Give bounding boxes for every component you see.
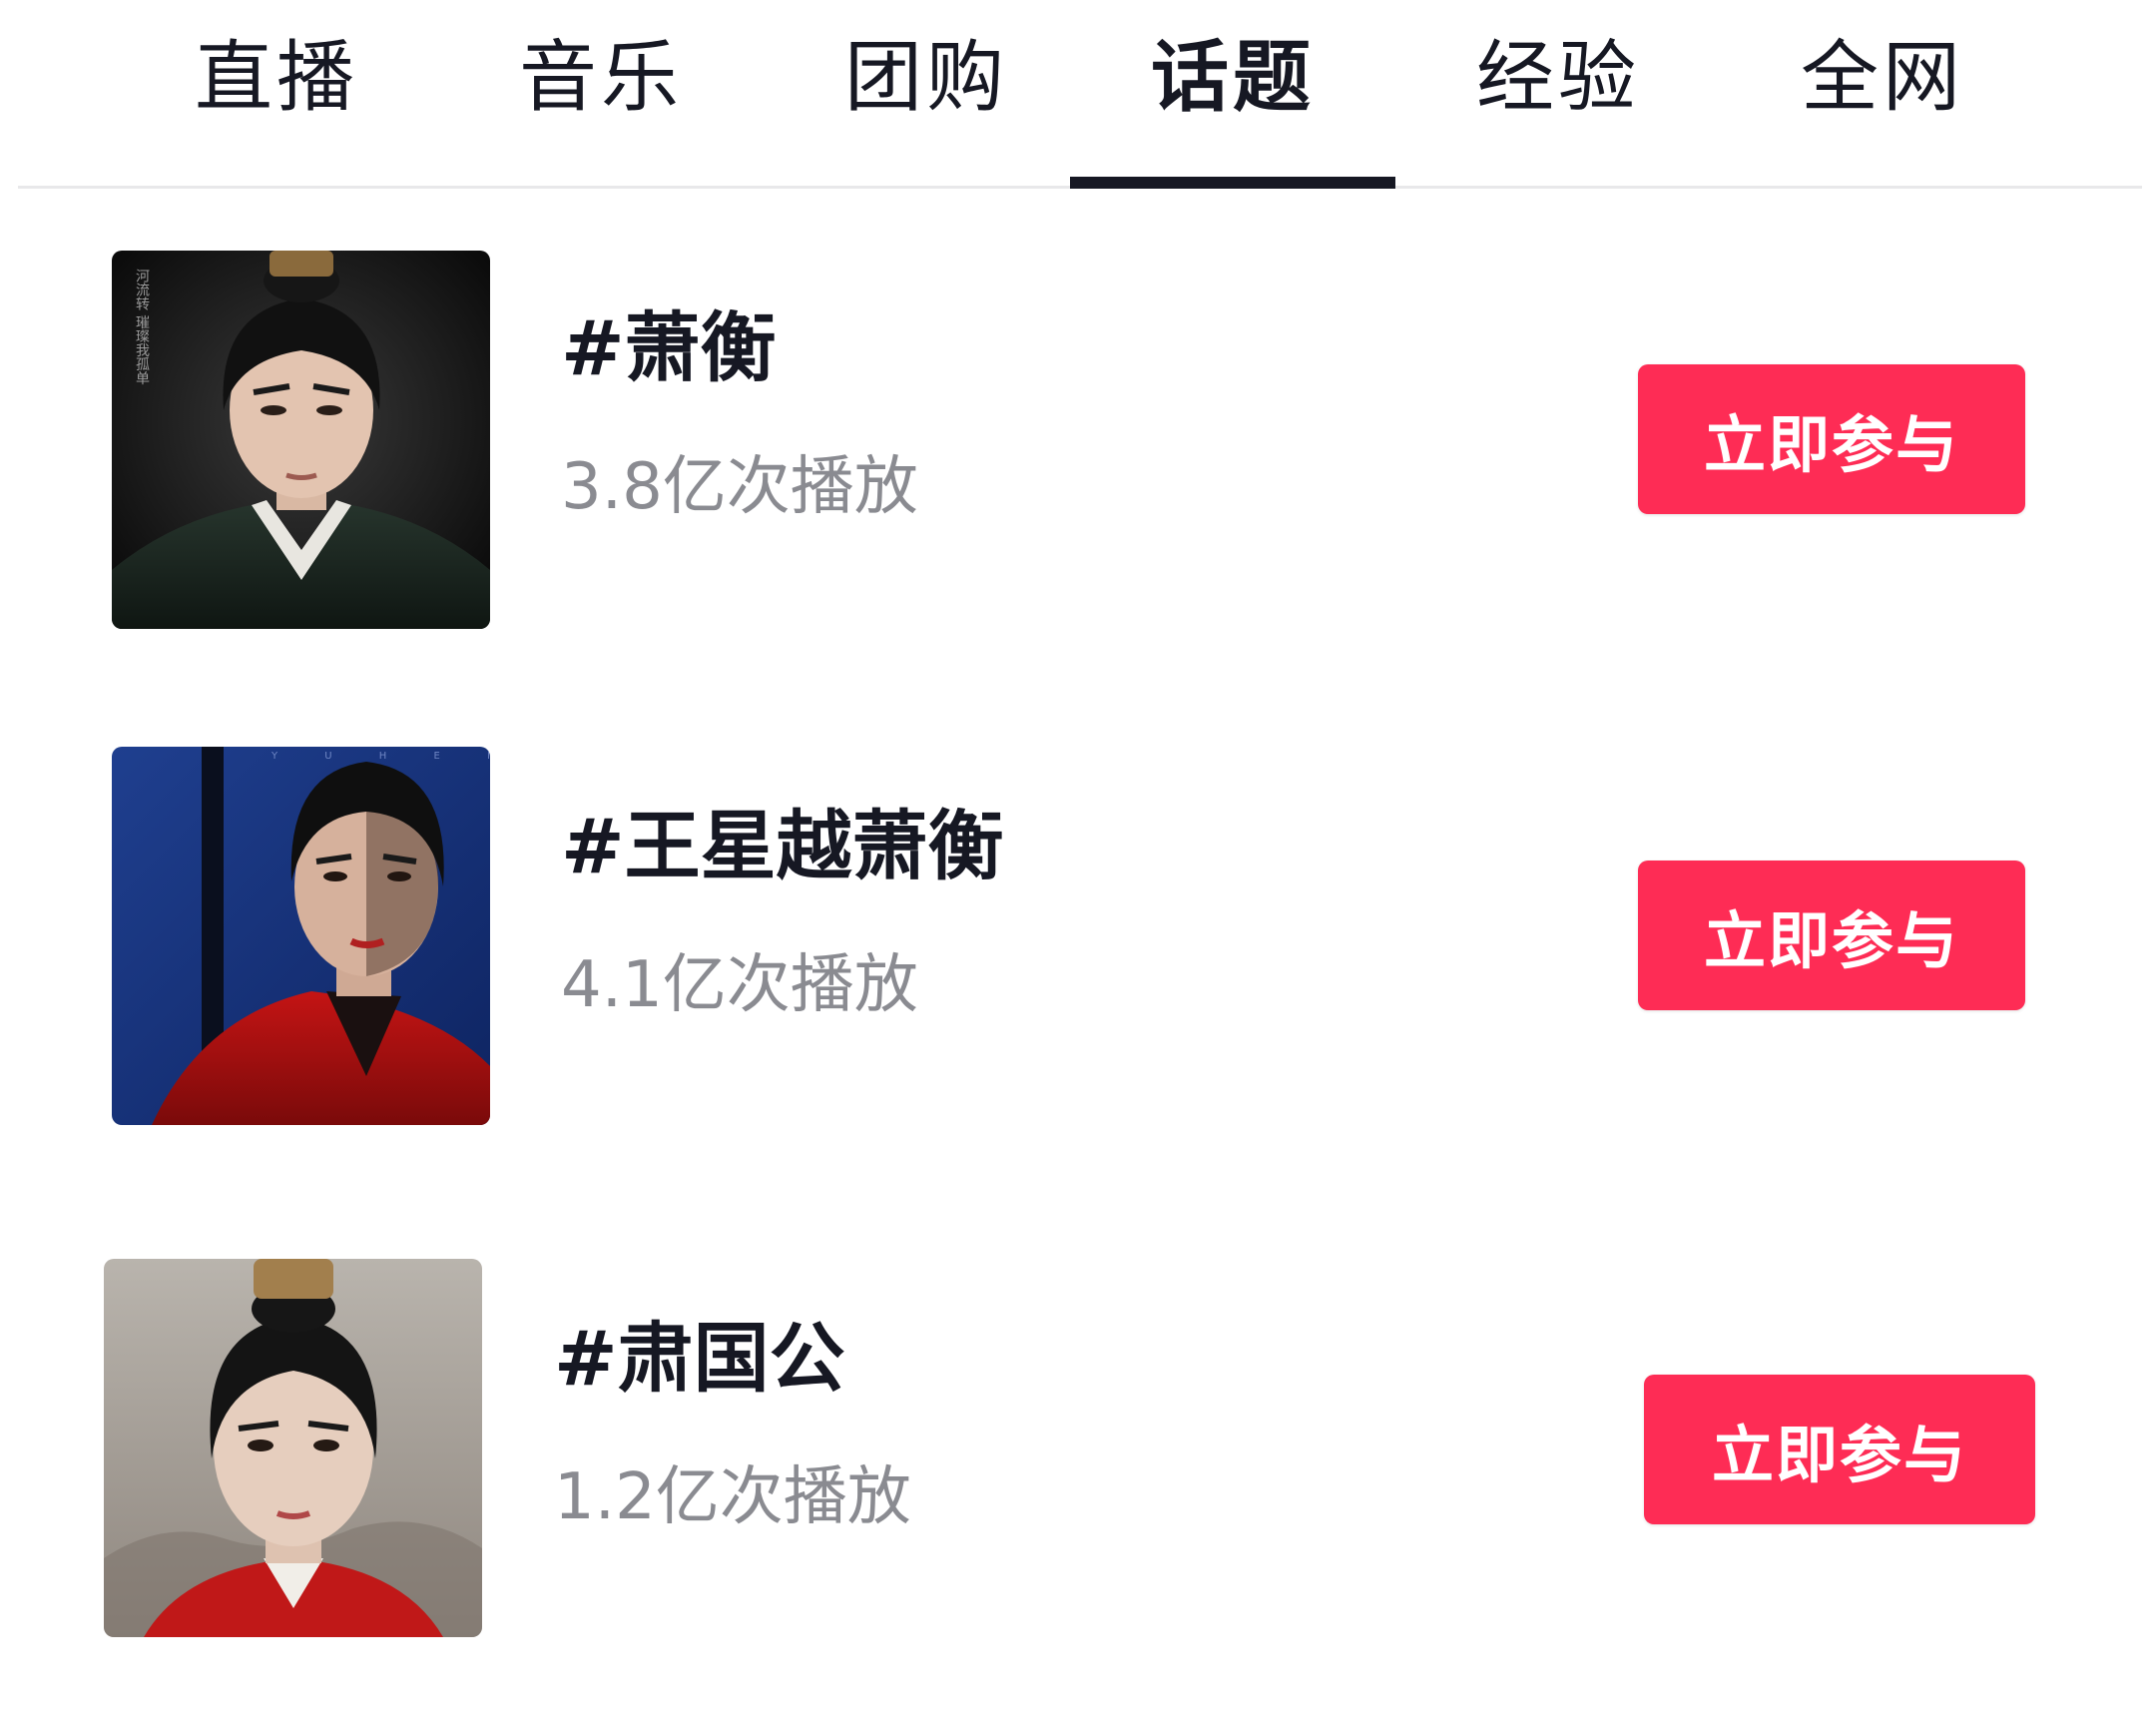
tab-label: 全网 bbox=[1800, 33, 1964, 123]
topic-view-count: 1.2亿次播放 bbox=[554, 1460, 911, 1534]
tab-group-buy[interactable]: 团购 bbox=[764, 0, 1089, 186]
join-topic-button[interactable]: 立即参与 bbox=[1644, 1375, 2035, 1524]
topic-row[interactable]: #肃国公 1.2亿次播放 立即参与 bbox=[0, 1259, 2156, 1638]
tab-label: 音乐 bbox=[518, 33, 683, 123]
topic-title: #王星越萧衡 bbox=[561, 802, 1004, 890]
poster-caption: Y U H E N bbox=[270, 751, 490, 762]
topic-thumbnail[interactable]: Y U H E N bbox=[112, 747, 490, 1125]
topic-row[interactable]: Y U H E N #王星越萧衡 4.1亿次播放 立即参与 bbox=[0, 747, 2156, 1126]
tab-experience[interactable]: 经验 bbox=[1395, 0, 1721, 186]
portrait-image bbox=[104, 1259, 482, 1637]
tab-whole-web[interactable]: 全网 bbox=[1720, 0, 2045, 186]
tab-live[interactable]: 直播 bbox=[114, 0, 439, 186]
tab-label: 经验 bbox=[1475, 33, 1640, 123]
topic-thumbnail[interactable]: 河流转 璀璨我孤单 bbox=[112, 251, 490, 629]
tab-label: 团购 bbox=[843, 33, 1008, 123]
tab-music[interactable]: 音乐 bbox=[438, 0, 764, 186]
tab-label: 直播 bbox=[194, 33, 358, 123]
tab-topics[interactable]: 话题 bbox=[1070, 0, 1395, 189]
topic-thumbnail[interactable] bbox=[104, 1259, 482, 1637]
join-topic-button[interactable]: 立即参与 bbox=[1638, 364, 2025, 514]
tab-label: 话题 bbox=[1150, 33, 1315, 123]
topic-row[interactable]: 河流转 璀璨我孤单 #萧衡 3.8亿次播放 立即参与 bbox=[0, 251, 2156, 630]
topic-view-count: 3.8亿次播放 bbox=[561, 450, 918, 524]
topic-title: #肃国公 bbox=[554, 1314, 845, 1403]
join-topic-button[interactable]: 立即参与 bbox=[1638, 861, 2025, 1010]
active-tab-indicator bbox=[1070, 177, 1395, 189]
portrait-image: 河流转 璀璨我孤单 bbox=[112, 251, 490, 629]
category-tab-bar: 直播 音乐 团购 话题 经验 全网 bbox=[18, 0, 2142, 189]
portrait-image: Y U H E N bbox=[112, 747, 490, 1125]
poster-caption: 河流转 璀璨我孤单 bbox=[134, 269, 150, 385]
topic-view-count: 4.1亿次播放 bbox=[561, 948, 918, 1022]
topic-title: #萧衡 bbox=[561, 303, 777, 392]
